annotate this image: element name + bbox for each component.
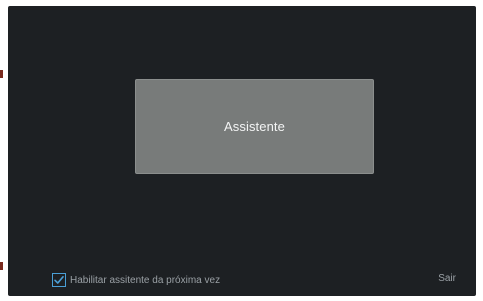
enable-wizard-next-time-option[interactable]: Habilitar assitente da próxima vez	[52, 273, 220, 287]
startup-wizard-dialog: Assistente Habilitar assitente da próxim…	[8, 6, 476, 296]
screen: Assistente Habilitar assitente da próxim…	[0, 0, 483, 301]
edge-marker	[0, 262, 3, 270]
enable-wizard-label: Habilitar assitente da próxima vez	[70, 274, 221, 286]
edge-marker	[0, 70, 3, 78]
enable-wizard-checkbox[interactable]	[52, 273, 66, 287]
wizard-button[interactable]: Assistente	[135, 79, 374, 174]
wizard-button-label: Assistente	[224, 119, 285, 134]
exit-button[interactable]: Sair	[438, 273, 456, 284]
checkmark-icon	[54, 276, 64, 284]
